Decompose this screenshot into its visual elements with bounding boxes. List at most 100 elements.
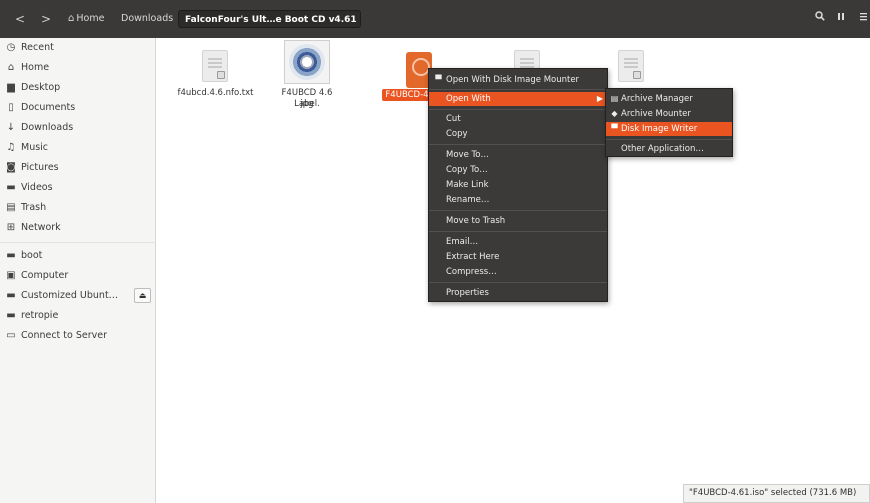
image-thumbnail — [284, 40, 330, 84]
breadcrumb-home[interactable]: ⌂ Home — [68, 10, 118, 28]
menu-item-label: Open With — [446, 94, 491, 104]
menu-separator — [429, 89, 607, 90]
submenu-item-archive-mounter[interactable]: ◆ Archive Mounter — [606, 107, 732, 121]
menu-item-copy-to[interactable]: Copy To… — [429, 163, 607, 177]
file-item-label-jpg[interactable]: F4UBCD 4.6 Label. jpg — [268, 40, 346, 116]
file-name: f4ubcd.4.6.nfo.txt — [177, 88, 254, 98]
trash-icon: ▤ — [6, 202, 16, 213]
document-icon — [618, 50, 644, 82]
menu-item-label: Open With Disk Image Mounter — [446, 75, 580, 85]
menu-separator — [429, 109, 607, 110]
sidebar-item-recent[interactable]: ◷ Recent — [0, 38, 156, 58]
menu-item-label: Archive Manager — [621, 94, 693, 104]
sidebar-item-label: Home — [21, 62, 50, 73]
sidebar-item-label: Trash — [21, 202, 47, 213]
forward-button[interactable]: > — [38, 10, 54, 28]
breadcrumb-home-label: Home — [76, 13, 105, 24]
sidebar-item-documents[interactable]: ▯ Documents — [0, 98, 156, 118]
menu-item-properties[interactable]: Properties — [429, 286, 607, 300]
sidebar-item-label: Pictures — [21, 162, 59, 173]
submenu-item-other-application[interactable]: Other Application… — [606, 142, 732, 156]
menu-item-make-link[interactable]: Make Link — [429, 178, 607, 192]
menu-item-label: Email… — [446, 237, 479, 247]
menu-item-extract-here[interactable]: Extract Here — [429, 250, 607, 264]
menu-item-move-to[interactable]: Move To… — [429, 148, 607, 162]
menu-separator — [429, 282, 607, 283]
sidebar-device-boot[interactable]: ▬ boot — [0, 246, 156, 266]
menu-item-copy[interactable]: Copy — [429, 127, 607, 141]
search-icon[interactable] — [812, 11, 828, 27]
sidebar-item-label: Recent — [21, 42, 54, 53]
context-menu: ▀ Open With Disk Image Mounter Open With … — [428, 68, 608, 302]
sidebar-item-videos[interactable]: ▬ Videos — [0, 178, 156, 198]
menu-item-email[interactable]: Email… — [429, 235, 607, 249]
home-icon: ⌂ — [7, 62, 15, 73]
menu-item-label: Compress… — [446, 267, 497, 277]
view-options-icon[interactable] — [834, 11, 848, 27]
drive-icon: ▬ — [6, 250, 16, 261]
file-name-line2: jpg — [300, 99, 314, 109]
home-icon: ⌂ — [68, 13, 75, 24]
cd-image-icon — [289, 44, 325, 80]
sidebar-item-label: retropie — [21, 310, 59, 321]
download-icon: ↓ — [6, 122, 16, 133]
camera-icon: ◙ — [6, 162, 16, 173]
sidebar-item-trash[interactable]: ▤ Trash — [0, 198, 156, 218]
breadcrumb-downloads[interactable]: Downloads — [118, 10, 178, 28]
sidebar-item-label: Music — [21, 142, 49, 153]
sidebar-item-label: Desktop — [21, 82, 61, 93]
disk-writer-icon: ▀ — [611, 124, 618, 133]
menu-item-compress[interactable]: Compress… — [429, 265, 607, 279]
menu-item-rename[interactable]: Rename… — [429, 193, 607, 207]
sidebar-device-customized-ubuntu[interactable]: ▬ Customized Ubunt… ⏏ — [0, 286, 156, 306]
menu-item-open-with[interactable]: Open With ▶ — [429, 92, 607, 106]
submenu-item-disk-image-writer[interactable]: ▀ Disk Image Writer — [606, 122, 732, 136]
menu-icon[interactable] — [856, 11, 870, 27]
sidebar-item-label: Documents — [21, 102, 76, 113]
sidebar-item-downloads[interactable]: ↓ Downloads — [0, 118, 156, 138]
header-bar: < > ⌂ Home Downloads FalconFour's Ult…e B… — [0, 0, 870, 38]
back-button[interactable]: < — [12, 10, 28, 28]
breadcrumb-current-folder[interactable]: FalconFour's Ult…e Boot CD v4.61 — [178, 10, 361, 28]
menu-item-cut[interactable]: Cut — [429, 112, 607, 126]
sidebar-item-label: Videos — [21, 182, 53, 193]
desktop-folder-icon: ▆ — [7, 82, 15, 93]
sidebar-item-network[interactable]: ⊞ Network — [0, 218, 156, 238]
eject-icon[interactable]: ⏏ — [134, 288, 151, 303]
sidebar-item-pictures[interactable]: ◙ Pictures — [0, 158, 156, 178]
sidebar-device-computer[interactable]: ▣ Computer — [0, 266, 156, 286]
sidebar-item-label: Connect to Server — [21, 330, 108, 341]
sidebar-connect-to-server[interactable]: ▭ Connect to Server — [0, 326, 156, 346]
sidebar-item-label: Downloads — [21, 122, 74, 133]
menu-item-label: Archive Mounter — [621, 109, 691, 119]
network-icon: ⊞ — [6, 222, 16, 233]
menu-item-move-to-trash[interactable]: Move to Trash — [429, 214, 607, 228]
menu-separator — [429, 231, 607, 232]
archive-manager-icon: ▤ — [610, 94, 619, 103]
sidebar: ◷ Recent ⌂ Home ▆ Desktop ▯ Documents ↓ Downl… — [0, 38, 156, 503]
video-icon: ▬ — [6, 182, 16, 193]
sidebar-item-home[interactable]: ⌂ Home — [0, 58, 156, 78]
submenu-item-archive-manager[interactable]: ▤ Archive Manager — [606, 92, 732, 106]
text-file-icon — [202, 50, 228, 82]
file-item-iso[interactable]: F4UBCD-4 — [380, 52, 435, 102]
sidebar-item-music[interactable]: ♫ Music — [0, 138, 156, 158]
menu-item-label: Move to Trash — [446, 216, 506, 226]
file-manager-window: < > ⌂ Home Downloads FalconFour's Ult…e B… — [0, 0, 870, 503]
menu-item-label: Properties — [446, 288, 489, 298]
sidebar-item-desktop[interactable]: ▆ Desktop — [0, 78, 156, 98]
music-icon: ♫ — [6, 142, 16, 153]
disk-mounter-icon: ▀ — [435, 75, 442, 84]
sidebar-item-label: Customized Ubunt… — [21, 290, 119, 301]
menu-item-label: Extract Here — [446, 252, 500, 262]
sidebar-device-retropie[interactable]: ▬ retropie — [0, 306, 156, 326]
sidebar-separator — [0, 242, 156, 243]
file-item-document[interactable] — [618, 50, 658, 90]
menu-item-label: Make Link — [446, 180, 489, 190]
menu-item-open-with-disk-image-mounter[interactable]: ▀ Open With Disk Image Mounter — [429, 73, 607, 87]
open-with-submenu: ▤ Archive Manager ◆ Archive Mounter ▀ Disk … — [605, 88, 733, 157]
archive-mounter-icon: ◆ — [611, 109, 618, 118]
computer-icon: ▣ — [6, 270, 16, 281]
menu-item-label: Disk Image Writer — [621, 124, 698, 134]
file-item-nfo[interactable]: f4ubcd.4.6.nfo.txt — [168, 50, 263, 110]
